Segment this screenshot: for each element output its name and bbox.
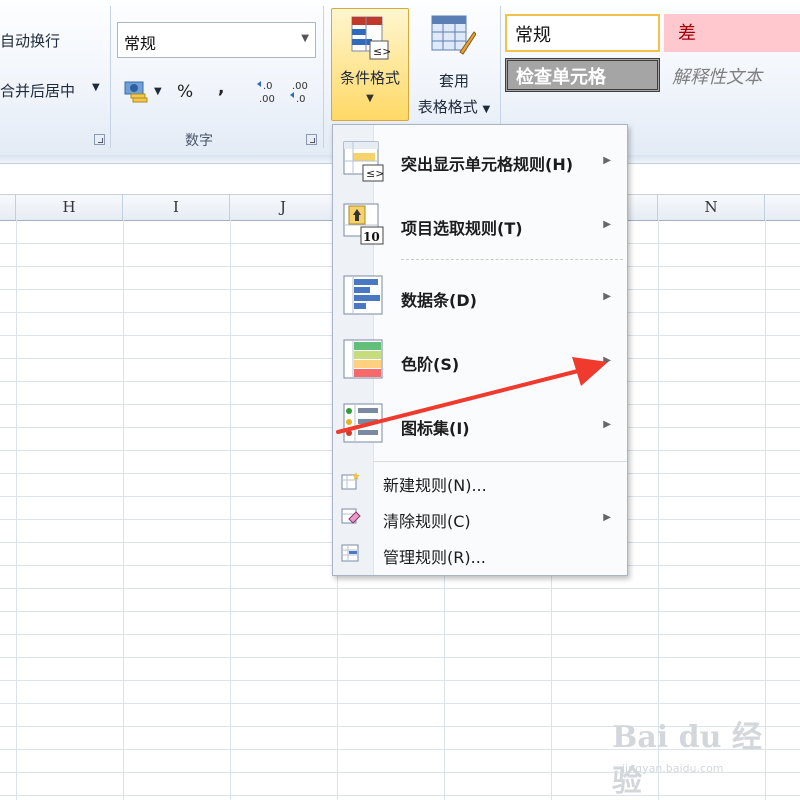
annotation-arrow-head: [572, 357, 608, 386]
annotation-arrow-shaft: [336, 369, 580, 434]
annotation-arrow: [336, 357, 608, 434]
watermark-url: jingyan.baidu.com: [622, 762, 724, 775]
watermark-brand: Bai du 经验: [612, 720, 762, 799]
baidu-watermark: Bai du 经验 jingyan.baidu.com: [612, 712, 762, 799]
